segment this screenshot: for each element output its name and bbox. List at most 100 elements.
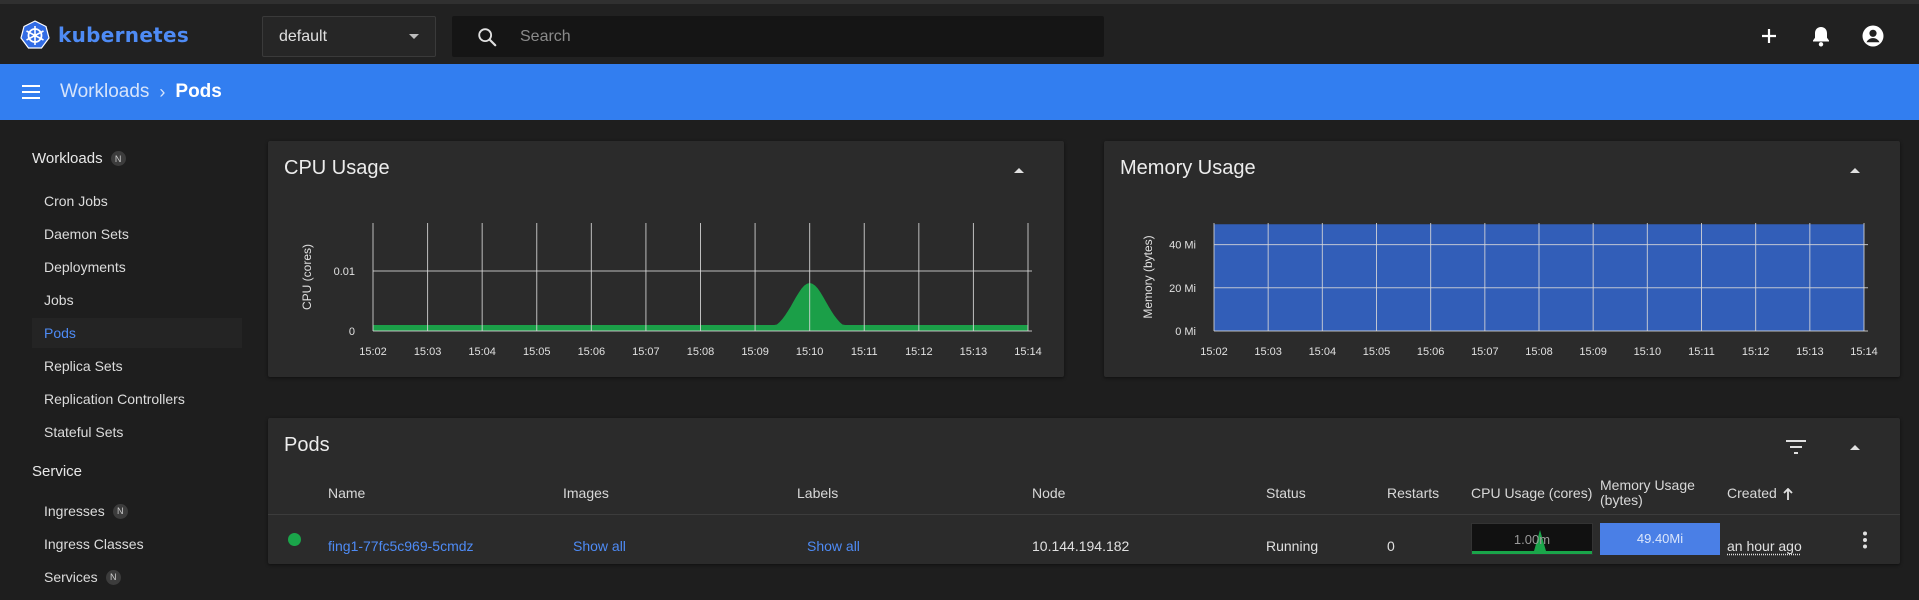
- column-header-status[interactable]: Status: [1266, 486, 1306, 501]
- notifications-button[interactable]: [1809, 24, 1833, 48]
- sidebar-item-pods[interactable]: Pods: [32, 318, 242, 348]
- column-header-restarts[interactable]: Restarts: [1387, 486, 1439, 501]
- sidebar-item-label: Services: [44, 569, 98, 585]
- top-bar: kubernetes default: [0, 0, 1919, 64]
- top-actions: [1757, 24, 1885, 48]
- x-tick-label: 15:06: [578, 346, 606, 358]
- pod-name-link[interactable]: fing1-77fc5c969-5cmdz: [328, 538, 474, 554]
- x-tick-label: 15:05: [1363, 346, 1391, 358]
- filter-icon[interactable]: [1786, 440, 1806, 454]
- sidebar-item-label: Pods: [44, 325, 76, 341]
- pod-restarts: 0: [1387, 538, 1395, 554]
- brand-name: kubernetes: [58, 23, 190, 47]
- pod-cpu-value: 1.00m: [1513, 532, 1551, 547]
- memory-usage-chart: 15:02 15:03 15:04 15:05 15:06 15:07 15:08 15:09…: [1141, 223, 1878, 358]
- x-tick-label: 15:13: [960, 346, 988, 358]
- sidebar-item-ingress-classes[interactable]: Ingress Classes: [32, 529, 242, 559]
- sidebar-item-replica-sets[interactable]: Replica Sets: [32, 351, 242, 381]
- y-tick-label: 20 Mi: [1169, 283, 1196, 295]
- column-header-created[interactable]: Created: [1727, 486, 1793, 501]
- sidebar-item-replication-controllers[interactable]: Replication Controllers: [32, 384, 242, 414]
- sidebar-item-jobs[interactable]: Jobs: [32, 285, 242, 315]
- column-header-node[interactable]: Node: [1032, 486, 1065, 501]
- column-header-cpu[interactable]: CPU Usage (cores): [1471, 486, 1592, 501]
- x-tick-label: 15:10: [1634, 346, 1662, 358]
- sort-arrow-up-icon: [1783, 487, 1793, 500]
- sidebar-item-services[interactable]: Services N: [32, 562, 242, 592]
- cpu-sparkline-cell: 1.00m: [1471, 523, 1593, 555]
- images-show-all-link[interactable]: Show all: [573, 538, 626, 554]
- x-tick-label: 15:07: [632, 346, 660, 358]
- x-tick-label: 15:12: [905, 346, 933, 358]
- cpu-usage-chart: 15:02 15:03 15:04 15:05 15:06 15:07 15:08 15:09…: [300, 223, 1042, 358]
- sidebar-item-label: Deployments: [44, 259, 126, 275]
- sidebar-item-cron-jobs[interactable]: Cron Jobs: [32, 186, 242, 216]
- pod-created[interactable]: an hour ago: [1727, 538, 1802, 554]
- y-axis-label: CPU (cores): [300, 244, 314, 310]
- sidebar-item-label: Ingresses: [44, 503, 105, 519]
- chevron-right-icon: ›: [159, 81, 166, 102]
- x-tick-label: 15:11: [851, 346, 878, 358]
- sidebar-item-label: Daemon Sets: [44, 226, 129, 242]
- y-tick-label: 0.01: [334, 266, 355, 278]
- x-tick-label: 15:12: [1742, 346, 1770, 358]
- sidebar-item-label: Ingress Classes: [44, 536, 144, 552]
- menu-icon[interactable]: [22, 82, 42, 102]
- account-circle-icon: [1862, 25, 1884, 47]
- x-tick-label: 15:04: [1309, 346, 1337, 358]
- y-tick-label: 0: [349, 326, 355, 338]
- x-tick-label: 15:09: [1579, 346, 1607, 358]
- breadcrumb-current: Pods: [175, 81, 222, 102]
- x-tick-label: 15:09: [741, 346, 769, 358]
- create-button[interactable]: [1757, 24, 1781, 48]
- x-tick-label: 15:14: [1850, 346, 1878, 358]
- x-tick-label: 15:07: [1471, 346, 1499, 358]
- y-tick-label: 40 Mi: [1169, 240, 1196, 252]
- column-header-memory-line1: Memory Usage: [1600, 477, 1695, 493]
- column-header-labels: Labels: [797, 485, 839, 501]
- y-axis-label: Memory (bytes): [1141, 235, 1155, 318]
- sidebar-item-daemon-sets[interactable]: Daemon Sets: [32, 219, 242, 249]
- logo[interactable]: kubernetes: [20, 20, 189, 50]
- plus-icon: [1762, 29, 1776, 43]
- new-badge: N: [110, 151, 126, 166]
- x-tick-label: 15:08: [1525, 346, 1553, 358]
- bell-icon: [1813, 27, 1829, 47]
- column-header-memory[interactable]: Memory Usage (bytes): [1600, 478, 1695, 508]
- column-header-created-label: Created: [1727, 485, 1777, 501]
- column-header-images: Images: [563, 485, 609, 501]
- x-tick-label: 15:06: [1417, 346, 1445, 358]
- account-button[interactable]: [1861, 24, 1885, 48]
- namespace-select[interactable]: default: [262, 16, 436, 57]
- x-tick-label: 15:08: [687, 346, 715, 358]
- namespace-value: default: [279, 27, 328, 45]
- x-tick-label: 15:10: [796, 346, 824, 358]
- memory-usage-card: Memory Usage 15:02 15:03 15:04 15:05 15:06 15…: [1104, 141, 1900, 377]
- collapse-icon[interactable]: [1850, 445, 1860, 450]
- breadcrumb-workloads[interactable]: Workloads: [60, 81, 149, 103]
- new-badge: N: [112, 503, 128, 519]
- sidebar-item-stateful-sets[interactable]: Stateful Sets: [32, 417, 242, 447]
- dropdown-caret-icon: [409, 34, 419, 39]
- sidebar-section-label: Service: [32, 463, 83, 480]
- sidebar-item-deployments[interactable]: Deployments: [32, 252, 242, 282]
- more-vert-icon[interactable]: [1862, 531, 1868, 549]
- x-tick-label: 15:03: [1254, 346, 1282, 358]
- search-icon: [478, 27, 497, 46]
- x-tick-label: 15:04: [468, 346, 496, 358]
- pod-node: 10.144.194.182: [1032, 538, 1130, 554]
- kubernetes-helm-icon: [20, 20, 50, 49]
- search-input[interactable]: [520, 27, 1080, 46]
- sidebar-section-workloads[interactable]: Workloads N: [32, 150, 126, 167]
- x-tick-label: 15:02: [359, 346, 387, 358]
- search-bar: [452, 16, 1104, 57]
- sidebar-item-ingresses[interactable]: Ingresses N: [32, 496, 242, 526]
- labels-show-all-link[interactable]: Show all: [807, 538, 860, 554]
- x-tick-label: 15:13: [1796, 346, 1824, 358]
- sidebar-section-service[interactable]: Service: [32, 463, 82, 480]
- sidebar-item-label: Cron Jobs: [44, 193, 108, 209]
- pod-status: Running: [1266, 538, 1319, 554]
- sidebar-section-label: Workloads: [32, 150, 103, 167]
- x-tick-label: 15:14: [1014, 346, 1042, 358]
- column-header-name[interactable]: Name: [328, 486, 365, 501]
